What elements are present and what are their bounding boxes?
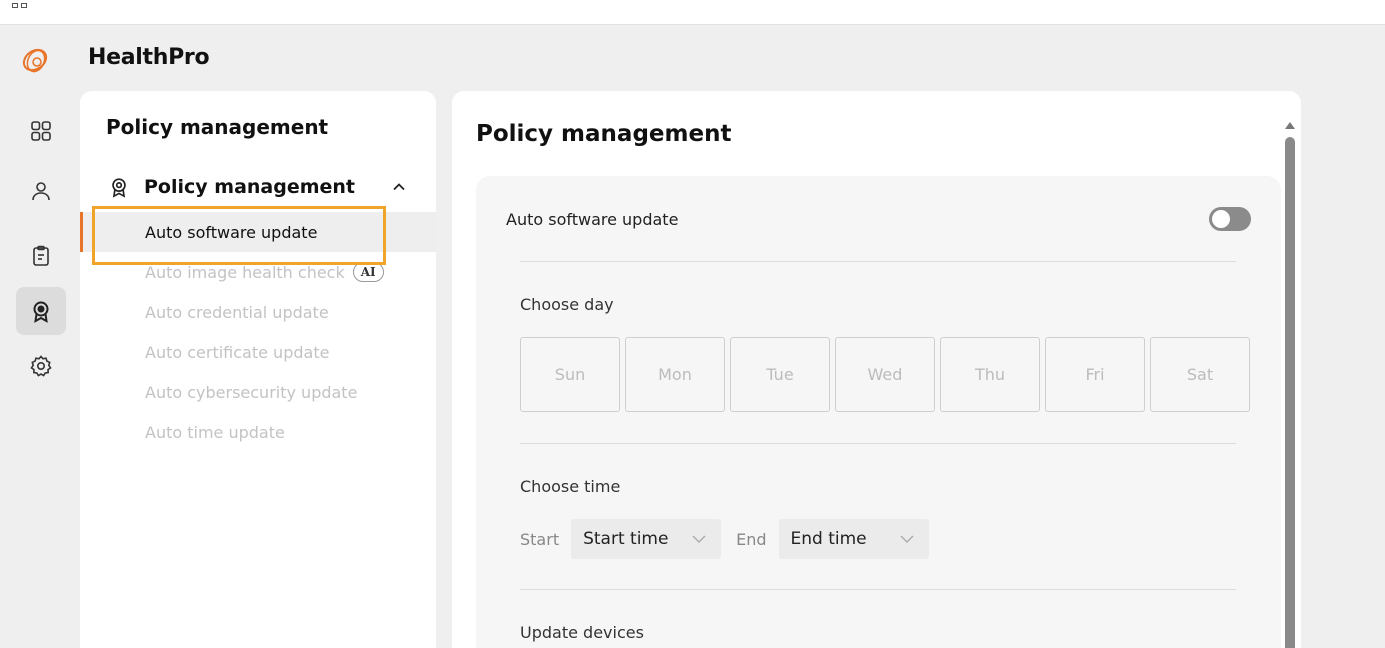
gear-icon — [30, 355, 52, 377]
update-devices-label: Update devices — [520, 623, 644, 642]
chevron-down-icon — [900, 535, 913, 543]
icon-rail — [0, 91, 80, 648]
subnav-item-auto-cybersecurity-update[interactable]: Auto cybersecurity update — [80, 372, 436, 412]
selection-highlight — [92, 206, 386, 265]
day-button-sun[interactable]: Sun — [520, 337, 620, 412]
subnav-item-label: Auto certificate update — [145, 342, 330, 362]
healthpro-logo-icon — [22, 48, 48, 73]
window-top-strip — [0, 0, 1385, 25]
end-time-value: End time — [790, 529, 867, 549]
day-picker: Sun Mon Tue Wed Thu Fri Sat — [520, 337, 1250, 412]
end-time-select[interactable]: End time — [778, 519, 929, 559]
policy-group-header[interactable]: Policy management — [108, 173, 408, 201]
time-range-row: Start Start time End End time — [520, 519, 944, 559]
day-button-tue[interactable]: Tue — [730, 337, 830, 412]
scroll-up-arrow-icon[interactable] — [1285, 122, 1295, 129]
subnav-item-label: Auto credential update — [145, 302, 329, 322]
divider — [520, 443, 1236, 444]
auto-software-update-toggle[interactable] — [1209, 207, 1251, 231]
clipboard-icon — [33, 245, 49, 266]
start-label: Start — [520, 529, 560, 549]
badge-icon — [33, 301, 49, 323]
divider — [520, 589, 1236, 590]
day-button-thu[interactable]: Thu — [940, 337, 1040, 412]
subnav-item-auto-certificate-update[interactable]: Auto certificate update — [80, 332, 436, 372]
toggle-knob — [1212, 210, 1230, 228]
day-button-wed[interactable]: Wed — [835, 337, 935, 412]
dashboard-grid-icon — [31, 121, 51, 141]
page-title: Policy management — [476, 121, 732, 147]
divider — [520, 261, 1236, 262]
chevron-up-icon[interactable] — [390, 178, 408, 196]
window-layout-icon[interactable] — [12, 3, 27, 8]
subnav-item-label: Auto cybersecurity update — [145, 382, 358, 402]
subnav-item-auto-time-update[interactable]: Auto time update — [80, 412, 436, 452]
auto-software-update-card: Auto software update Choose day Sun Mon … — [476, 176, 1281, 648]
day-button-sat[interactable]: Sat — [1150, 337, 1250, 412]
policy-subnav: Policy management Policy management Auto… — [80, 91, 436, 648]
chevron-down-icon — [692, 535, 706, 543]
choose-time-label: Choose time — [520, 477, 621, 496]
choose-day-label: Choose day — [520, 295, 614, 314]
end-label: End — [736, 529, 767, 549]
rail-reports-button[interactable] — [16, 232, 66, 280]
start-time-value: Start time — [583, 529, 669, 549]
day-button-mon[interactable]: Mon — [625, 337, 725, 412]
day-button-fri[interactable]: Fri — [1045, 337, 1145, 412]
rail-policy-button[interactable] — [16, 287, 66, 335]
vertical-scrollbar[interactable] — [1285, 137, 1295, 648]
user-icon — [32, 182, 50, 201]
app-title: HealthPro — [88, 45, 210, 70]
start-time-select[interactable]: Start time — [571, 519, 722, 559]
ai-badge: AI — [352, 262, 384, 282]
app-header: HealthPro — [0, 25, 1385, 91]
policy-group-label: Policy management — [144, 176, 356, 198]
subnav-item-label: Auto time update — [145, 422, 285, 442]
main-panel: Policy management Auto software update C… — [452, 91, 1301, 648]
rail-dashboard-button[interactable] — [16, 107, 66, 155]
rail-settings-button[interactable] — [16, 342, 66, 390]
subnav-item-auto-credential-update[interactable]: Auto credential update — [80, 292, 436, 332]
card-label: Auto software update — [506, 210, 679, 229]
subnav-item-label: Auto image health check — [145, 262, 345, 282]
subnav-title: Policy management — [106, 115, 329, 139]
rail-users-button[interactable] — [16, 167, 66, 215]
badge-icon — [112, 178, 126, 198]
